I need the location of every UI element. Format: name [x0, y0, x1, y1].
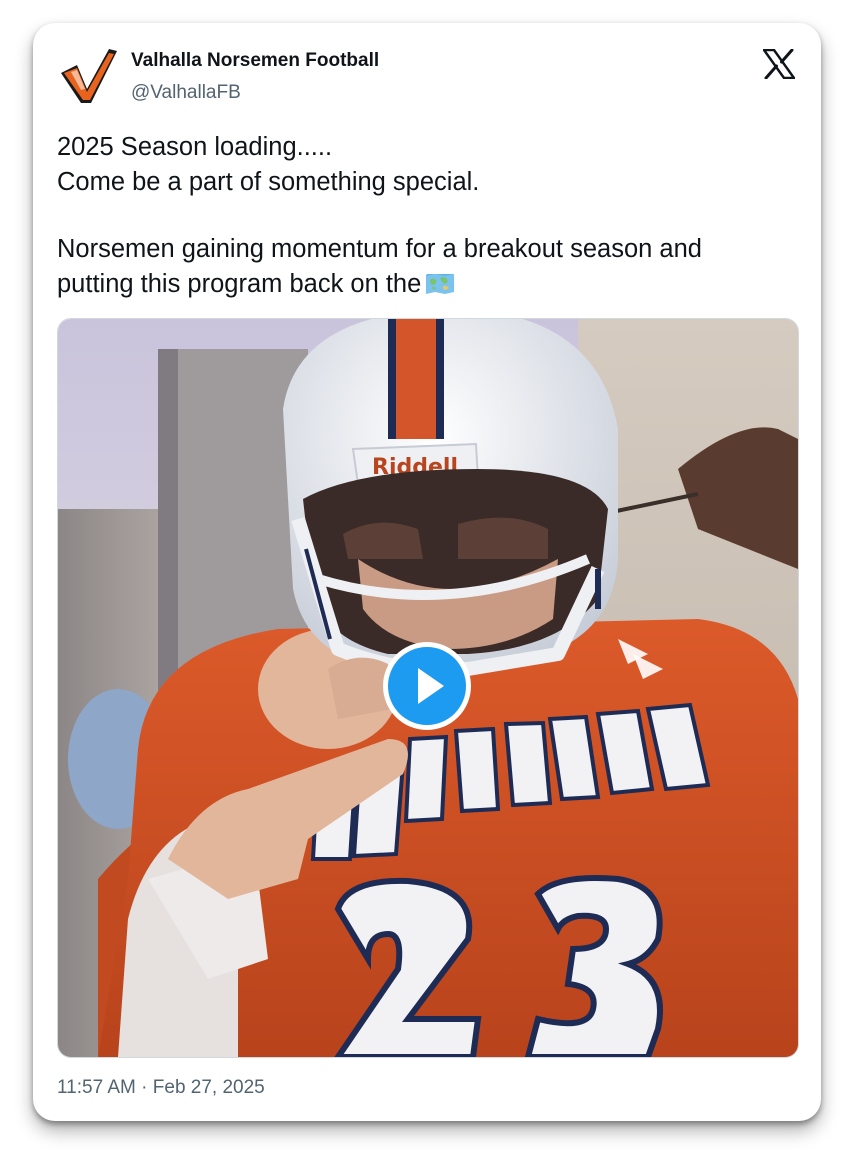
tweet-line: 2025 Season loading..... [57, 133, 333, 161]
timestamp-separator: · [141, 1077, 148, 1098]
norsemen-v-logo-icon[interactable] [57, 45, 119, 107]
x-logo-icon[interactable] [763, 49, 795, 79]
tweet-text: 2025 Season loading..... Come be a part … [57, 130, 802, 302]
video-media[interactable]: Riddell [57, 318, 799, 1058]
tweet-timestamp[interactable]: 11:57 AM · Feb 27, 2025 [57, 1077, 265, 1099]
tweet-line: Norsemen gaining momentum for a breakout… [57, 235, 702, 263]
world-map-emoji-icon [426, 274, 455, 294]
tweet-date[interactable]: Feb 27, 2025 [153, 1077, 265, 1098]
tweet-time[interactable]: 11:57 AM [57, 1077, 136, 1098]
account-display-name[interactable]: Valhalla Norsemen Football [131, 50, 379, 72]
tweet-line: putting this program back on the [57, 267, 802, 302]
account-handle[interactable]: @ValhallaFB [131, 82, 241, 104]
tweet-line-text: putting this program back on the [57, 270, 422, 298]
play-icon[interactable] [380, 639, 474, 733]
tweet-card[interactable]: Valhalla Norsemen Football @ValhallaFB 2… [33, 23, 821, 1121]
tweet-line: Come be a part of something special. [57, 168, 480, 196]
